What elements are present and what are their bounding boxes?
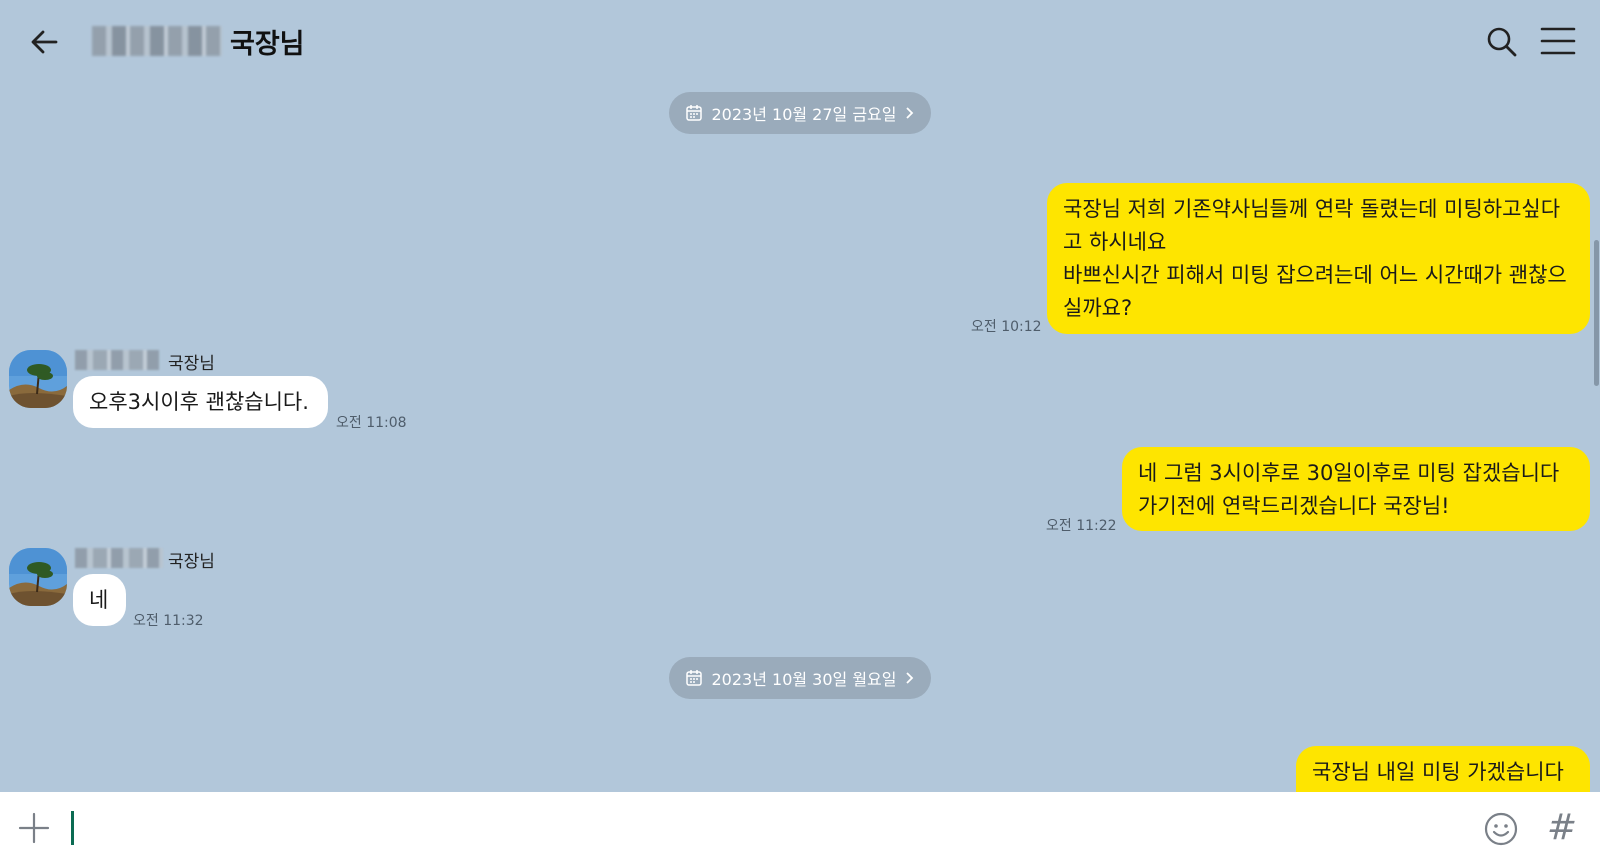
sender-name: 국장님 xyxy=(168,354,215,374)
message-time: 오전 11:22 xyxy=(1046,518,1117,534)
my-message-bubble[interactable]: 국장님 저희 기존약사님들께 연락 돌렸는데 미팅하고싶다 고 하시네요 바쁘신… xyxy=(1047,183,1590,334)
calendar-icon xyxy=(686,670,703,686)
blurred-name xyxy=(92,26,222,56)
message-input-bar: # xyxy=(0,792,1600,864)
chat-title: 국장님 xyxy=(230,29,305,60)
date-separator[interactable]: 2023년 10월 30일 월요일 xyxy=(669,657,931,699)
avatar[interactable] xyxy=(9,350,67,408)
text-cursor xyxy=(71,811,74,845)
chevron-right-icon xyxy=(905,672,913,684)
back-arrow-icon[interactable] xyxy=(24,22,64,62)
other-message-bubble[interactable]: 오후3시이후 괜찮습니다. xyxy=(73,376,328,428)
scrollbar-thumb[interactable] xyxy=(1594,240,1599,386)
date-separator[interactable]: 2023년 10월 27일 금요일 xyxy=(669,92,931,134)
other-message-bubble[interactable]: 네 xyxy=(73,574,126,626)
blurred-sender-name xyxy=(75,350,159,370)
avatar[interactable] xyxy=(9,548,67,606)
plus-icon[interactable] xyxy=(18,812,50,844)
message-time: 오전 10:12 xyxy=(971,319,1042,335)
hamburger-menu-icon[interactable] xyxy=(1540,26,1576,56)
date-label: 2023년 10월 27일 금요일 xyxy=(711,105,897,124)
blurred-sender-name xyxy=(75,548,163,568)
chat-header: 국장님 xyxy=(0,0,1600,82)
sender-name: 국장님 xyxy=(168,552,215,572)
date-label: 2023년 10월 30일 월요일 xyxy=(711,670,897,689)
emoji-icon[interactable] xyxy=(1484,812,1518,846)
message-time: 오전 11:08 xyxy=(336,415,407,431)
message-time: 오전 11:32 xyxy=(133,613,204,629)
my-message-bubble[interactable]: 네 그럼 3시이후로 30일이후로 미팅 잡겠습니다 가기전에 연락드리겠습니다… xyxy=(1122,447,1590,531)
search-icon[interactable] xyxy=(1486,26,1518,58)
message-input[interactable] xyxy=(64,806,1468,852)
calendar-icon xyxy=(686,105,703,121)
chevron-right-icon xyxy=(905,107,913,119)
hashtag-icon[interactable]: # xyxy=(1544,808,1580,848)
